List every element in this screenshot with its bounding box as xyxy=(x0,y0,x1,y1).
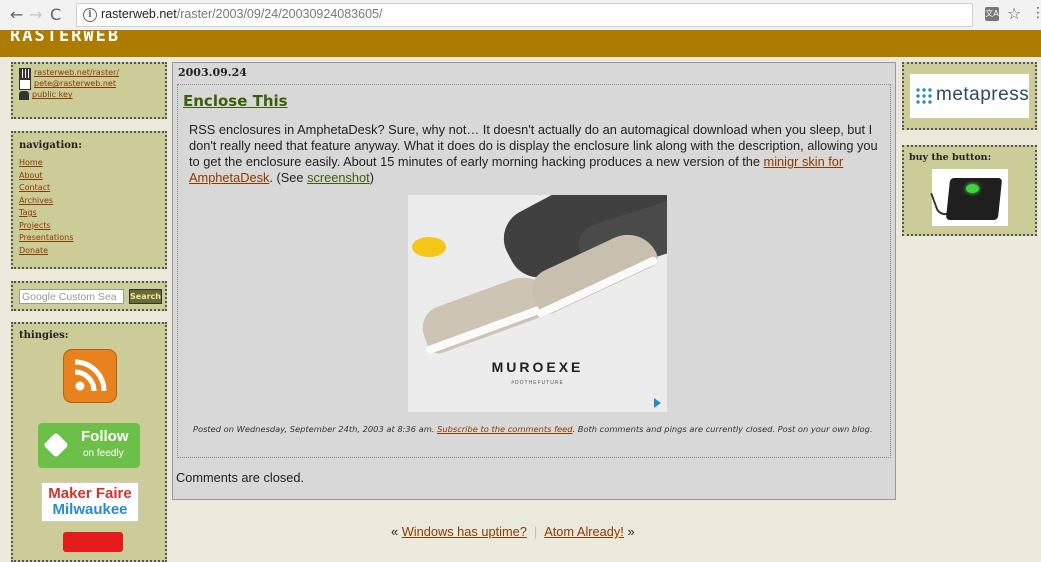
url-path: /raster/2003/09/24/20030924083605/ xyxy=(176,7,383,21)
browser-toolbar: ← → C i rasterweb.net/raster/2003/09/24/… xyxy=(0,0,1041,31)
url-text: rasterweb.net/raster/2003/09/24/20030924… xyxy=(101,7,382,21)
comments-status: Comments are closed. xyxy=(176,470,305,485)
metapress-logo-icon xyxy=(915,87,933,105)
search-button[interactable]: Search xyxy=(129,289,162,304)
buy-button-heading: buy the button: xyxy=(909,152,992,163)
post-body-text: . (See xyxy=(269,170,308,185)
ad-tagline: #DOTHEFUTURE xyxy=(511,380,564,386)
buy-button-box: buy the button: xyxy=(902,145,1037,236)
nav-item-tags[interactable]: Tags xyxy=(19,207,159,220)
info-icon[interactable]: i xyxy=(83,8,97,22)
nav-item-presentations[interactable]: Presentations xyxy=(19,232,159,245)
screenshot-link[interactable]: screenshot xyxy=(307,170,370,185)
post-body: RSS enclosures in AmphetaDesk? Sure, why… xyxy=(189,122,879,186)
ad-brand: MUROEXE xyxy=(491,359,584,375)
site-banner: RASTERWEB xyxy=(0,30,1041,57)
feedly-icon xyxy=(43,432,69,458)
nav-item-projects[interactable]: Projects xyxy=(19,220,159,233)
green-button-icon xyxy=(966,184,979,193)
contact-box: rasterweb.net/raster/ pete@rasterweb.net… xyxy=(11,62,167,119)
post-title[interactable]: Enclose This xyxy=(183,92,288,110)
nav-item-home[interactable]: Home xyxy=(19,157,159,170)
site-logo[interactable]: RASTERWEB xyxy=(10,31,120,45)
comments-feed-link[interactable]: Subscribe to the comments feed xyxy=(437,424,572,434)
back-arrow-icon[interactable]: ← xyxy=(10,6,23,24)
post-meta-text: . Both comments and pings are currently … xyxy=(572,424,873,434)
search-box: Google Custom Sea Search xyxy=(11,281,167,311)
ad-splash xyxy=(412,237,446,257)
next-marker: » xyxy=(627,524,635,539)
buy-button-image[interactable] xyxy=(930,169,1008,226)
post-entry: Enclose This RSS enclosures in AmphetaDe… xyxy=(177,84,891,458)
home-icon xyxy=(19,68,31,79)
menu-icon[interactable]: ⋮ xyxy=(1031,5,1041,21)
post-body-text: ) xyxy=(369,170,374,185)
forward-arrow-icon[interactable]: → xyxy=(29,6,42,24)
search-input[interactable]: Google Custom Sea xyxy=(19,289,124,304)
rss-glyph xyxy=(74,359,107,392)
key-icon xyxy=(19,91,29,100)
feedly-label: Follow xyxy=(81,428,129,445)
nav-item-contact[interactable]: Contact xyxy=(19,182,159,195)
red-badge[interactable] xyxy=(63,532,123,552)
post-pager: « Windows has uptime? | Atom Already! » xyxy=(391,524,635,539)
main-content: 2003.09.24 Enclose This RSS enclosures i… xyxy=(172,62,896,500)
rss-feed-icon[interactable] xyxy=(63,349,117,403)
address-bar[interactable]: i rasterweb.net/raster/2003/09/24/200309… xyxy=(76,3,973,27)
reload-icon[interactable]: C xyxy=(50,6,61,24)
nav-item-donate[interactable]: Donate xyxy=(19,245,159,258)
post-date: 2003.09.24 xyxy=(178,66,247,79)
prev-marker: « xyxy=(391,524,399,539)
mail-icon xyxy=(19,79,31,90)
nav-item-about[interactable]: About xyxy=(19,170,159,183)
url-host: rasterweb.net xyxy=(101,7,177,21)
prev-post-link[interactable]: Windows has uptime? xyxy=(402,524,527,539)
maker-faire-city: Milwaukee xyxy=(52,501,128,518)
bookmark-star-icon[interactable]: ☆ xyxy=(1007,4,1021,23)
contact-link-key[interactable]: public key xyxy=(32,89,73,102)
post-meta: Posted on Wednesday, September 24th, 200… xyxy=(193,422,883,437)
thingies-heading: thingies: xyxy=(19,330,69,341)
next-post-link[interactable]: Atom Already! xyxy=(544,524,624,539)
adchoices-icon[interactable] xyxy=(654,398,661,408)
advertisement[interactable]: MUROEXE #DOTHEFUTURE xyxy=(408,195,667,412)
feedly-follow-button[interactable]: Follow on feedly xyxy=(38,423,140,468)
maker-faire-badge[interactable]: Maker Faire Milwaukee xyxy=(41,482,139,522)
metapress-ad[interactable]: metapress xyxy=(910,74,1029,118)
metapress-box: metapress xyxy=(902,62,1037,130)
feedly-sublabel: on feedly xyxy=(83,448,124,459)
navigation-box: navigation: Home About Contact Archives … xyxy=(11,131,167,269)
maker-faire-title: Maker Faire xyxy=(48,485,132,502)
thingies-box: thingies: Follow on feedly Maker Faire M… xyxy=(11,322,167,562)
contact-item[interactable]: public key xyxy=(19,90,159,101)
navigation-heading: navigation: xyxy=(19,140,82,151)
pager-divider: | xyxy=(533,524,538,539)
translate-icon[interactable]: 文A xyxy=(985,7,999,21)
post-meta-text: Posted on Wednesday, September 24th, 200… xyxy=(193,424,438,434)
nav-item-archives[interactable]: Archives xyxy=(19,195,159,208)
metapress-label: metapress xyxy=(936,84,1030,105)
